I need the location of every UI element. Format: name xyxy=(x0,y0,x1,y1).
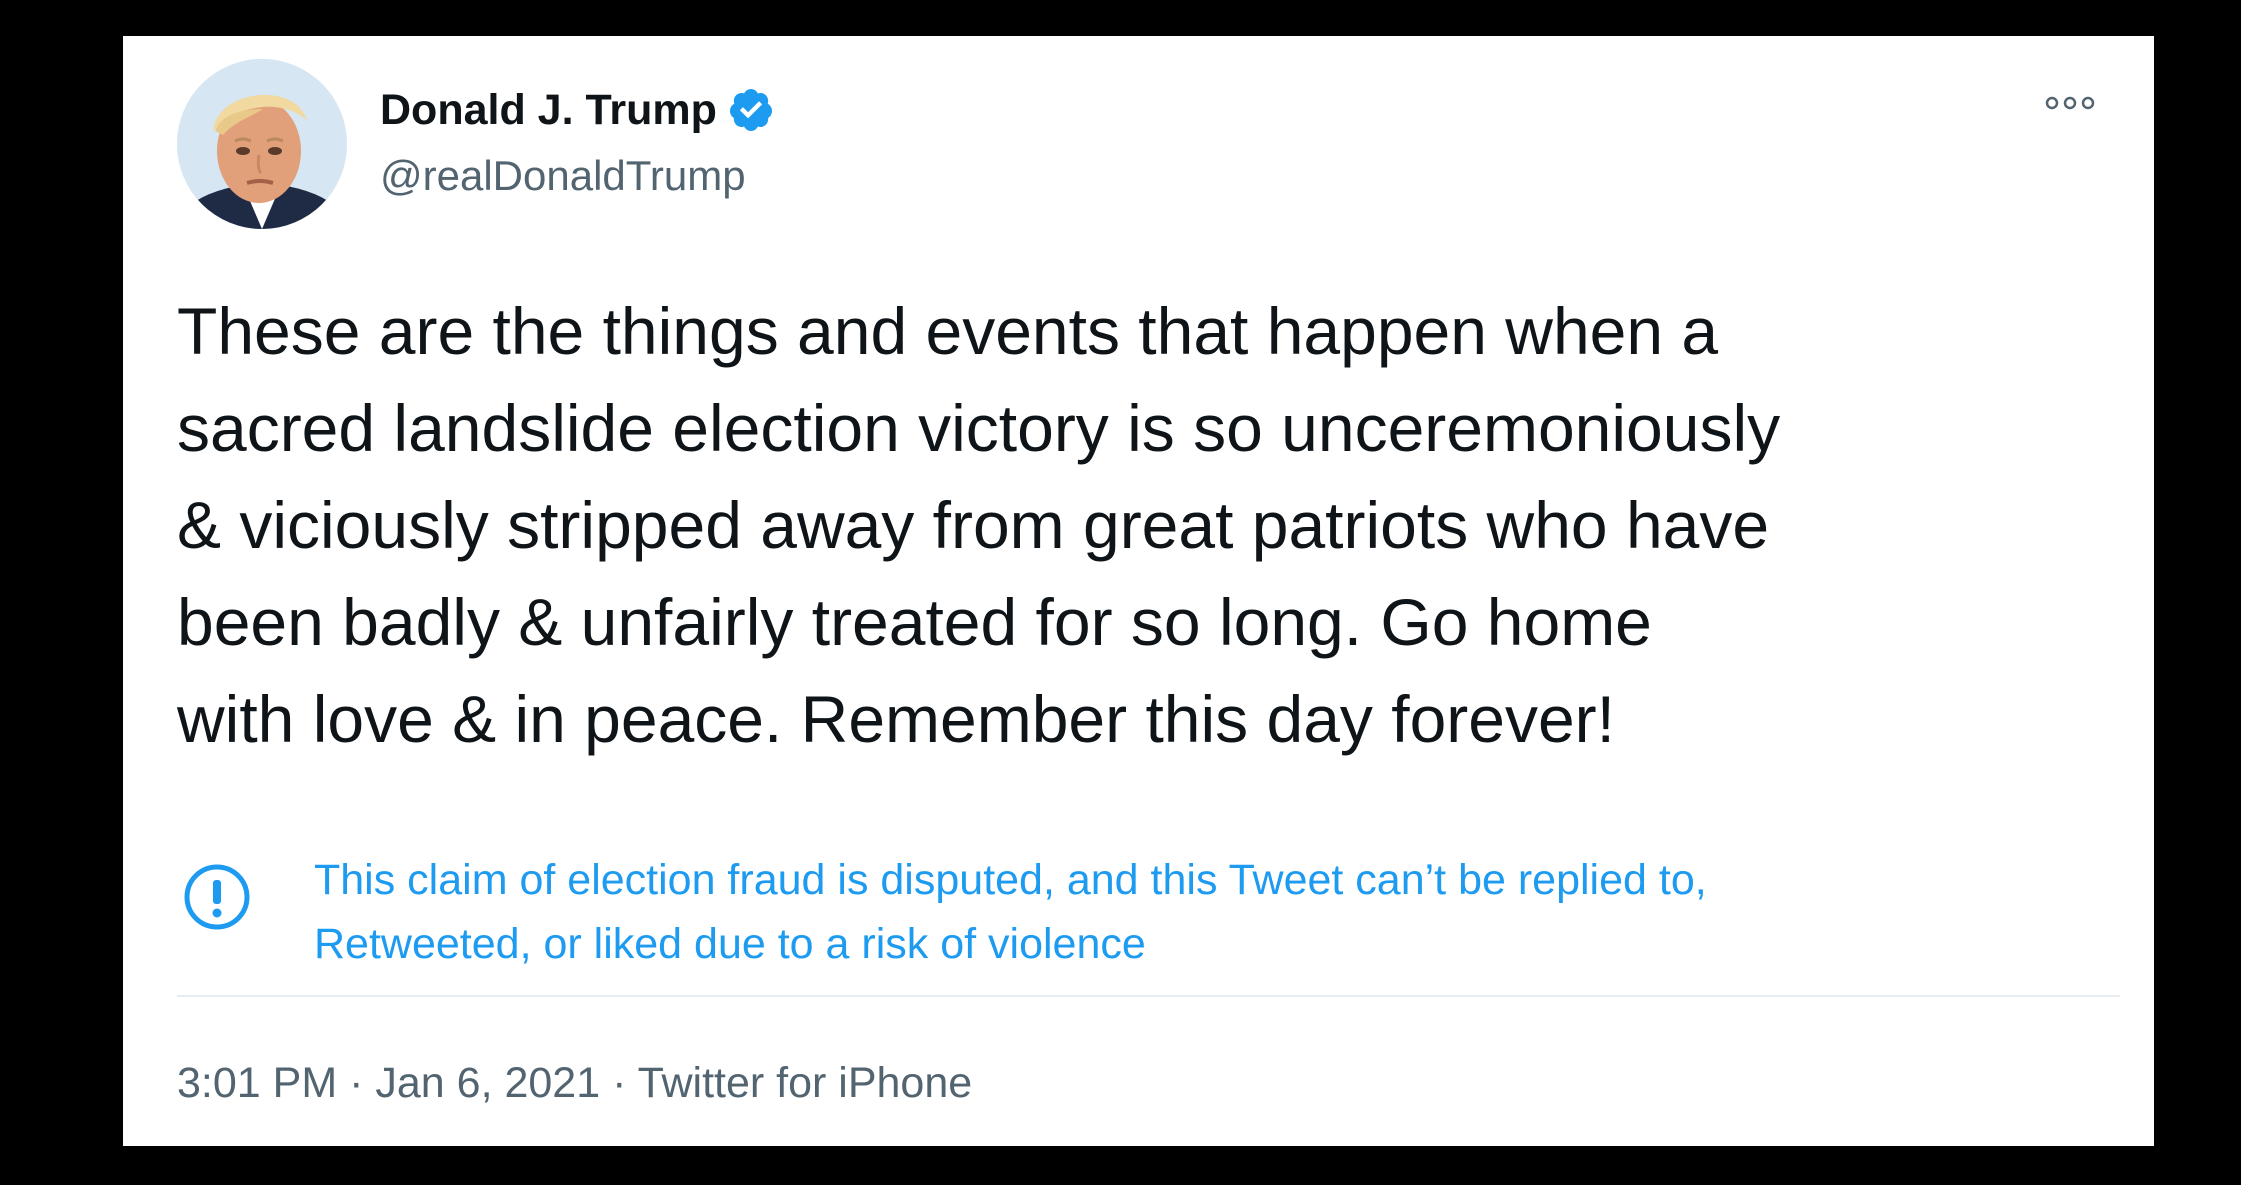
author-handle[interactable]: @realDonaldTrump xyxy=(380,148,746,204)
meta-separator: · xyxy=(349,1059,364,1107)
disputed-claim-notice[interactable]: This claim of election fraud is disputed… xyxy=(177,848,2117,988)
tweet-metadata: 3:01 PM · Jan 6, 2021 · Twitter for iPho… xyxy=(177,1053,972,1113)
tweet-timestamp-date[interactable]: Jan 6, 2021 xyxy=(375,1059,600,1107)
meta-separator: · xyxy=(612,1059,627,1107)
disputed-claim-notice-text[interactable]: This claim of election fraud is disputed… xyxy=(314,848,1707,976)
avatar-portrait xyxy=(177,59,347,229)
more-options-icon[interactable] xyxy=(2040,88,2100,118)
tweet-text-line: been badly & unfairly treated for so lon… xyxy=(177,585,1652,659)
avatar[interactable] xyxy=(177,59,347,229)
tweet-text-line: with love & in peace. Remember this day … xyxy=(177,682,1615,756)
verified-badge-icon xyxy=(727,86,775,134)
notice-text-line[interactable]: This claim of election fraud is disputed… xyxy=(314,848,1707,912)
notice-text-line[interactable]: Retweeted, or liked due to a risk of vio… xyxy=(314,912,1707,976)
tweet-timestamp-time[interactable]: 3:01 PM xyxy=(177,1059,337,1107)
tweet-card: Donald J. Trump @realDonaldTrump These a… xyxy=(123,36,2154,1146)
tweet-text-line: & viciously stripped away from great pat… xyxy=(177,488,1770,562)
tweet-source[interactable]: Twitter for iPhone xyxy=(638,1059,973,1107)
tweet-text: These are the things and events that hap… xyxy=(177,283,2117,768)
tweet-text-line: sacred landslide election victory is so … xyxy=(177,391,1781,465)
tweet-text-line: These are the things and events that hap… xyxy=(177,294,1719,368)
author-display-name[interactable]: Donald J. Trump xyxy=(380,80,717,140)
author-name-row[interactable]: Donald J. Trump xyxy=(380,80,775,140)
divider xyxy=(177,995,2120,997)
exclamation-circle-icon xyxy=(182,862,252,932)
